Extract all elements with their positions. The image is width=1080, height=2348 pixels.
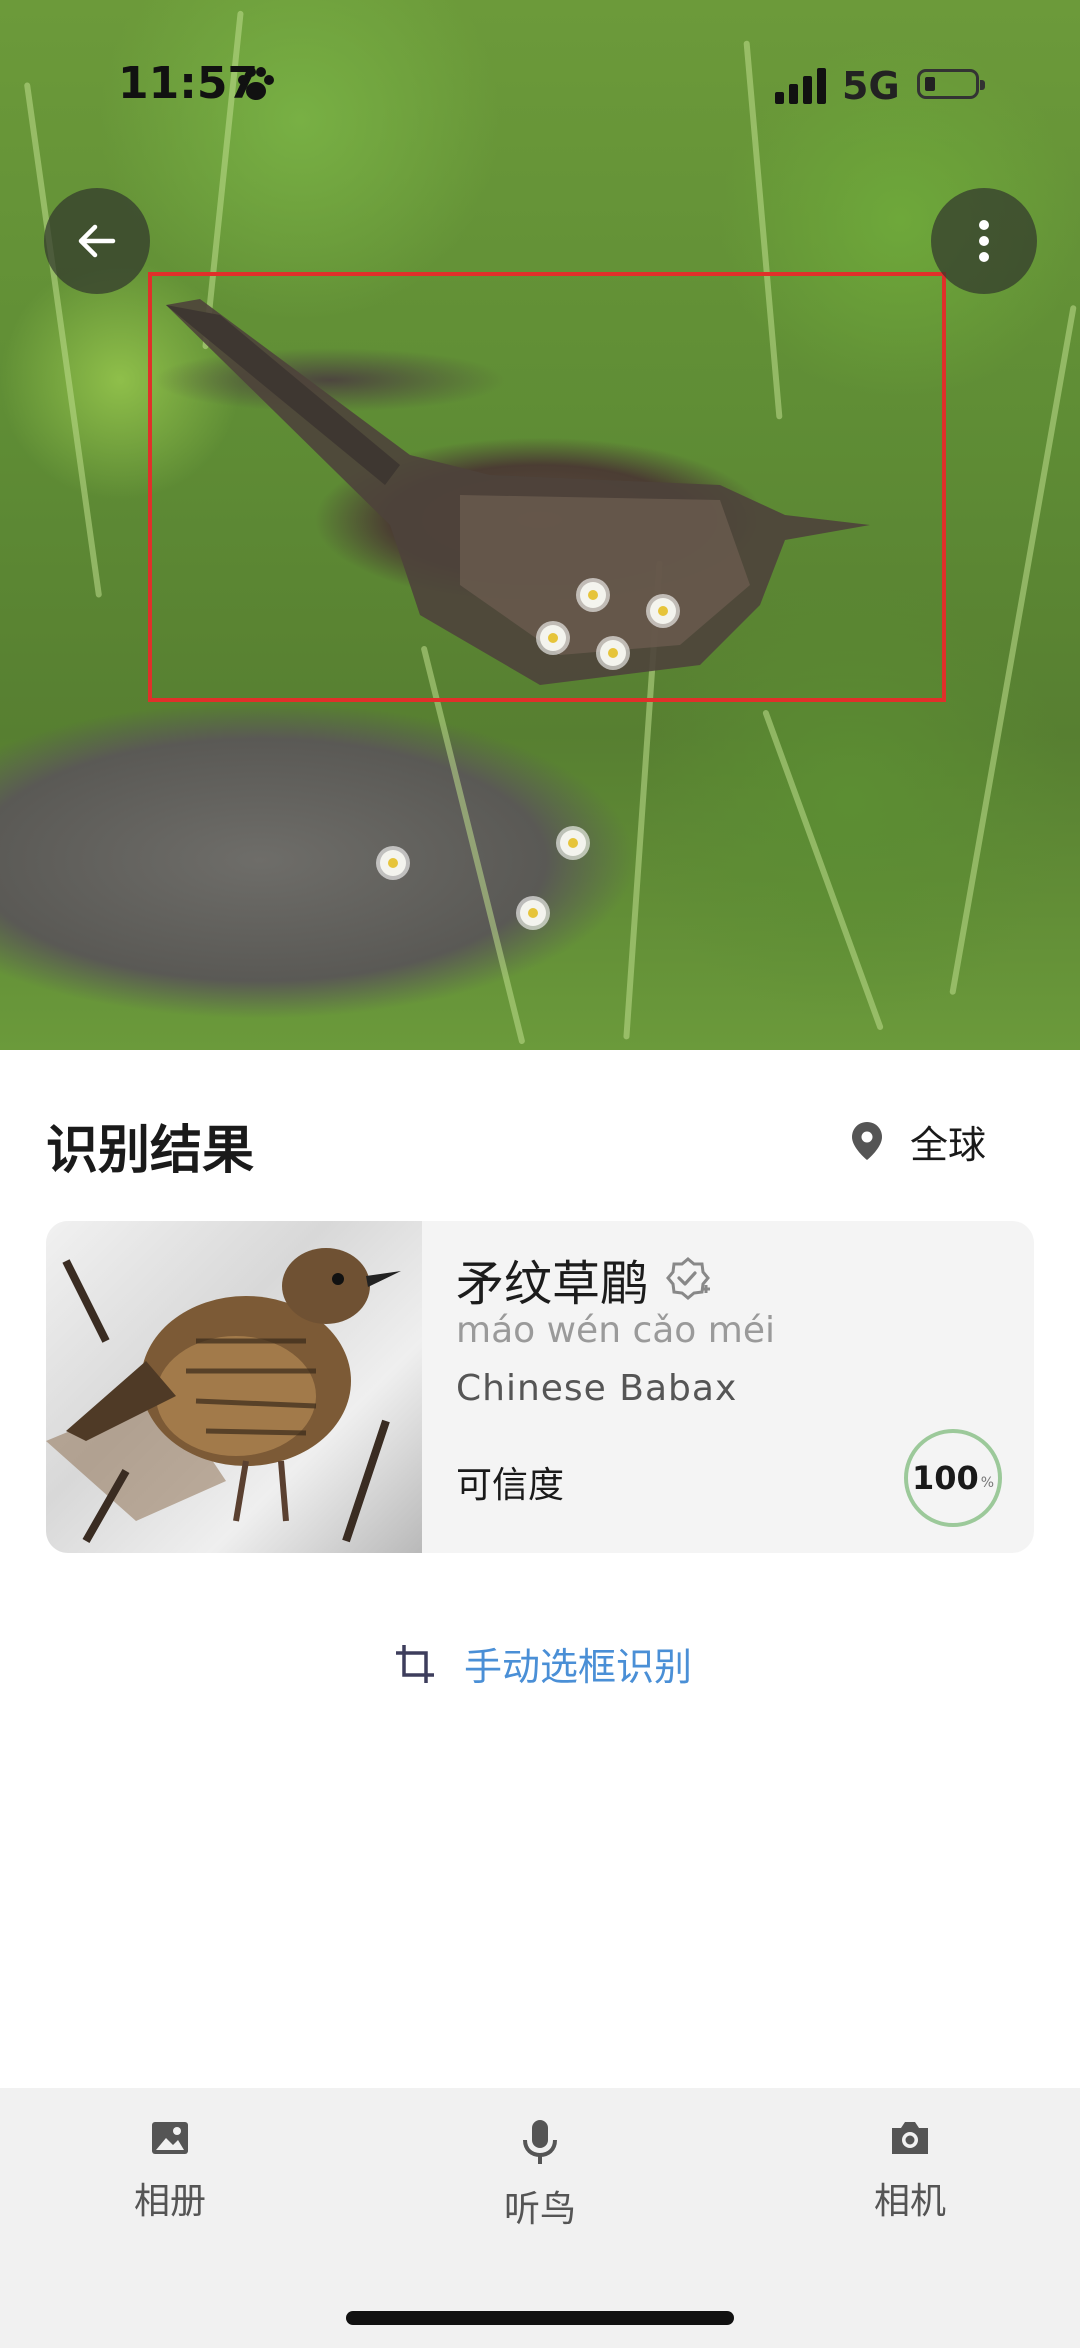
more-vertical-icon <box>979 220 989 262</box>
back-button[interactable] <box>44 188 150 294</box>
tab-album[interactable]: 相册 <box>80 2118 260 2224</box>
location-pin-icon <box>852 1122 882 1160</box>
species-english-name: Chinese Babax <box>456 1368 738 1409</box>
daisy-flower <box>380 850 406 876</box>
grass-blade <box>762 709 884 1031</box>
tab-camera-label: 相机 <box>873 2181 946 2222</box>
detection-box[interactable] <box>148 272 946 702</box>
tab-album-label: 相册 <box>133 2181 206 2222</box>
grass-blade <box>420 645 526 1045</box>
manual-select-label: 手动选框识别 <box>464 1645 693 1689</box>
species-name-row: 矛纹草鹛 <box>456 1244 712 1314</box>
result-sheet <box>0 1052 1080 2092</box>
bird-thumbnail-image <box>46 1248 401 1543</box>
home-indicator[interactable] <box>346 2311 734 2325</box>
confidence-label: 可信度 <box>456 1465 565 1506</box>
more-options-button[interactable] <box>931 188 1037 294</box>
crop-icon <box>396 1644 434 1683</box>
confidence-badge: 100% <box>904 1429 1002 1527</box>
confidence-unit: % <box>980 1475 995 1491</box>
daisy-flower <box>520 900 546 926</box>
tab-listen-label: 听鸟 <box>503 2189 576 2230</box>
result-title: 识别结果 <box>46 1121 255 1181</box>
microphone-icon <box>523 2120 557 2164</box>
confidence-value: 100 <box>911 1459 979 1497</box>
tab-listen[interactable]: 听鸟 <box>450 2118 630 2232</box>
region-selector[interactable]: 全球 <box>850 1113 986 1169</box>
paw-icon <box>238 67 274 100</box>
daisy-flower <box>560 830 586 856</box>
region-label: 全球 <box>910 1122 987 1167</box>
status-bar: 11:57 5G <box>0 0 1080 170</box>
species-thumbnail <box>46 1221 422 1553</box>
battery-icon <box>917 69 985 99</box>
signal-icon <box>775 68 826 104</box>
species-pinyin: máo wén cǎo méi <box>456 1310 775 1351</box>
grass-blade <box>949 304 1077 996</box>
image-icon <box>152 2122 188 2154</box>
camera-icon <box>892 2122 928 2154</box>
verified-plus-icon[interactable] <box>664 1255 712 1303</box>
arrow-left-icon <box>78 224 116 258</box>
network-type: 5G <box>842 64 900 108</box>
species-name: 矛纹草鹛 <box>456 1256 649 1312</box>
manual-select-button[interactable]: 手动选框识别 <box>394 1636 692 1691</box>
tab-camera[interactable]: 相机 <box>820 2118 1000 2224</box>
